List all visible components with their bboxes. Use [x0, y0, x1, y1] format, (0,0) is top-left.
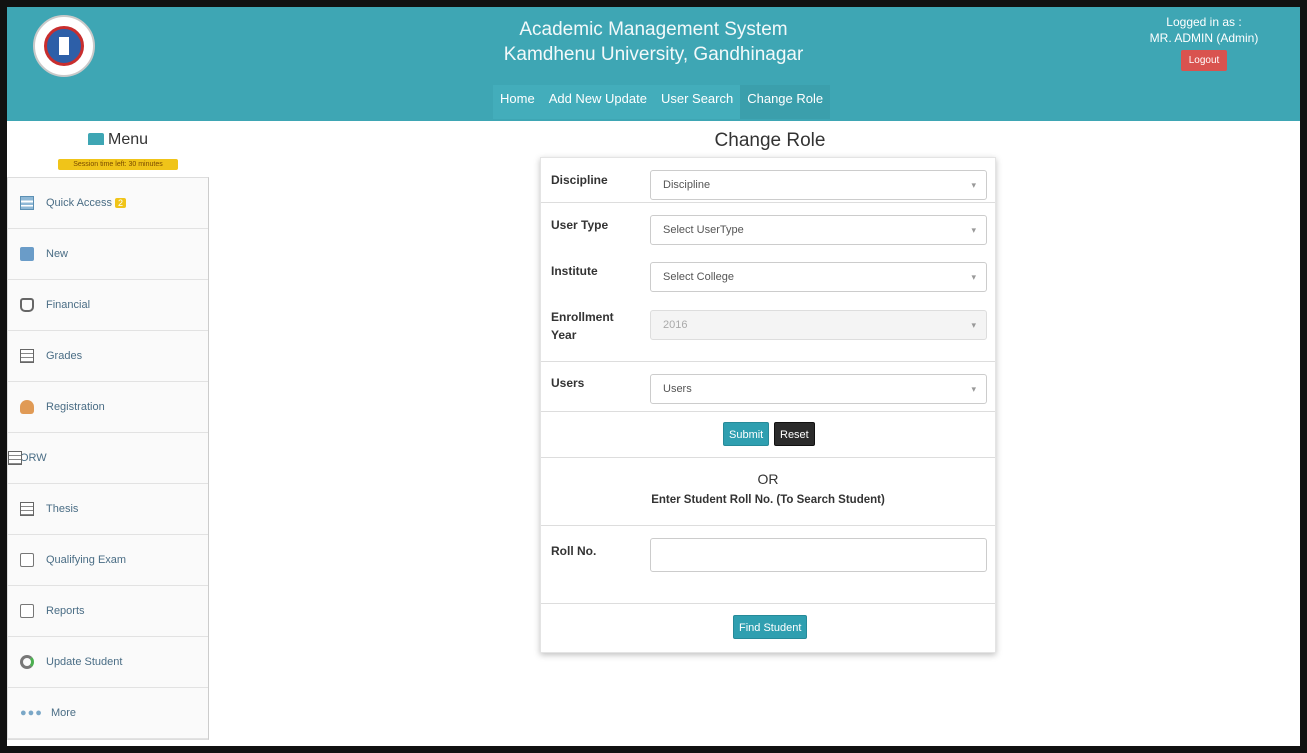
institute-select[interactable]: Select College ▾	[650, 262, 987, 292]
sidebar-item-label: Reports	[46, 605, 85, 617]
find-row: Find Student	[541, 604, 995, 652]
users-select[interactable]: Users ▾	[650, 374, 987, 404]
new-document-icon	[20, 247, 34, 261]
chevron-down-icon: ▾	[971, 384, 976, 394]
institute-row: Institute Select College ▾	[541, 248, 995, 304]
nav-user-search[interactable]: User Search	[653, 85, 741, 119]
grid-icon	[20, 502, 34, 516]
sidebar-item-label: Financial	[46, 299, 91, 311]
roll-no-input[interactable]	[650, 538, 987, 572]
chevron-down-icon: ▾	[971, 272, 976, 282]
discipline-row: Discipline Discipline ▾	[541, 158, 995, 203]
action-row: Submit Reset	[541, 412, 995, 458]
chevron-down-icon: ▾	[971, 225, 976, 235]
sidebar-item-label: Grades	[46, 350, 83, 362]
grid-icon	[20, 349, 34, 363]
sidebar: Menu Session time left: 30 minutes Quick…	[7, 121, 229, 740]
discipline-label: Discipline	[551, 173, 608, 187]
find-student-button[interactable]: Find Student	[733, 615, 808, 639]
list-icon	[20, 196, 34, 210]
sidebar-item-new[interactable]: New	[8, 229, 208, 280]
app-window: Academic Management System Kamdhenu Univ…	[0, 0, 1307, 753]
menu-label: Menu	[107, 131, 149, 148]
nav-add-new-update[interactable]: Add New Update	[541, 85, 654, 119]
submit-button[interactable]: Submit	[723, 422, 770, 446]
users-row: Users Users ▾	[541, 362, 995, 412]
sidebar-item-label: Registration	[46, 401, 105, 413]
or-section: OR Enter Student Roll No. (To Search Stu…	[541, 458, 995, 526]
roll-no-label: Roll No.	[551, 544, 597, 558]
reset-button[interactable]: Reset	[774, 422, 815, 446]
page-title: Change Role	[714, 130, 826, 151]
enrollment-year-row: Enrollment Year 2016 ▾	[541, 304, 995, 362]
bag-icon	[20, 298, 34, 312]
enrollment-year-select: 2016 ▾	[650, 310, 987, 340]
sidebar-item-quick-access[interactable]: Quick Access 2	[8, 178, 208, 229]
login-info: Logged in as : MR. ADMIN (Admin) Logout	[1124, 15, 1284, 71]
sidebar-item-label: Thesis	[46, 503, 79, 515]
chevron-down-icon: ▾	[971, 180, 976, 190]
sidebar-item-label: New	[46, 248, 69, 260]
sidebar-menu: Quick Access 2 New Financial Grades Regi…	[7, 177, 209, 740]
top-nav: Home Add New Update User Search Change R…	[493, 85, 831, 119]
grid-icon	[8, 451, 22, 465]
sidebar-item-financial[interactable]: Financial	[8, 280, 208, 331]
change-role-form: Discipline Discipline ▾ User Type Select…	[540, 157, 996, 653]
sidebar-item-grades[interactable]: Grades	[8, 331, 208, 382]
sidebar-item-orw[interactable]: ORW	[8, 433, 208, 484]
count-badge: 2	[115, 198, 127, 208]
sidebar-item-qualifying-exam[interactable]: Qualifying Exam	[8, 535, 208, 586]
sidebar-item-thesis[interactable]: Thesis	[8, 484, 208, 535]
sidebar-item-registration[interactable]: Registration	[8, 382, 208, 433]
document-icon	[20, 553, 34, 567]
user-type-select[interactable]: Select UserType ▾	[650, 215, 987, 245]
discipline-select[interactable]: Discipline ▾	[650, 170, 987, 200]
home-icon	[87, 133, 104, 145]
report-icon	[20, 604, 34, 618]
roll-row: Roll No.	[541, 526, 995, 604]
user-type-row: User Type Select UserType ▾	[541, 203, 995, 248]
chevron-down-icon: ▾	[971, 320, 976, 330]
logout-button[interactable]: Logout	[1180, 50, 1228, 71]
institute-label: Institute	[551, 264, 598, 278]
university-name: Kamdhenu University, Gandhinagar	[503, 44, 804, 65]
sidebar-item-label: Qualifying Exam	[46, 554, 127, 566]
refresh-icon	[20, 655, 34, 669]
nav-home[interactable]: Home	[493, 85, 542, 119]
app-title: Academic Management System	[519, 19, 788, 40]
user-type-label: User Type	[551, 218, 609, 232]
or-label: OR	[757, 471, 779, 487]
logged-in-label: Logged in as :	[1166, 15, 1242, 29]
sidebar-item-update-student[interactable]: Update Student	[8, 637, 208, 688]
dots-icon: ●●●	[20, 707, 43, 719]
sidebar-item-label: Quick Access	[46, 197, 113, 209]
user-icon	[20, 400, 34, 414]
session-timer-badge: Session time left: 30 minutes	[58, 159, 178, 170]
roll-search-hint: Enter Student Roll No. (To Search Studen…	[651, 494, 885, 506]
sidebar-item-more[interactable]: ●●● More	[8, 688, 208, 739]
sidebar-item-label: Update Student	[46, 656, 123, 668]
sidebar-item-label: More	[50, 707, 76, 719]
users-label: Users	[551, 376, 585, 390]
top-header: Academic Management System Kamdhenu Univ…	[7, 7, 1300, 121]
menu-header: Menu	[7, 121, 229, 155]
sidebar-item-label: ORW	[20, 452, 47, 464]
logged-in-user: MR. ADMIN (Admin)	[1149, 31, 1259, 45]
enrollment-year-label: Enrollment Year	[551, 310, 614, 342]
nav-change-role[interactable]: Change Role	[740, 85, 831, 119]
sidebar-item-reports[interactable]: Reports	[8, 586, 208, 637]
